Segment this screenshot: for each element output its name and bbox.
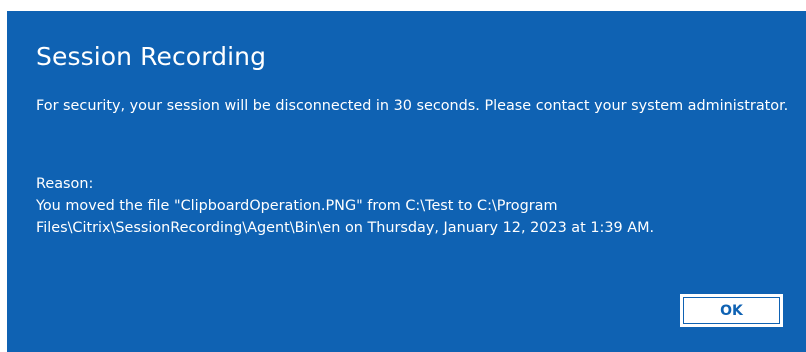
dialog-message: For security, your session will be disco… [36,98,789,114]
ok-button[interactable]: OK [680,294,783,327]
session-recording-dialog: Session Recording For security, your ses… [7,11,806,352]
dialog-title: Session Recording [36,42,267,71]
reason-text: You moved the file "ClipboardOperation.P… [36,198,655,236]
screen: Session Recording For security, your ses… [0,0,806,352]
reason-label: Reason: [36,176,94,192]
